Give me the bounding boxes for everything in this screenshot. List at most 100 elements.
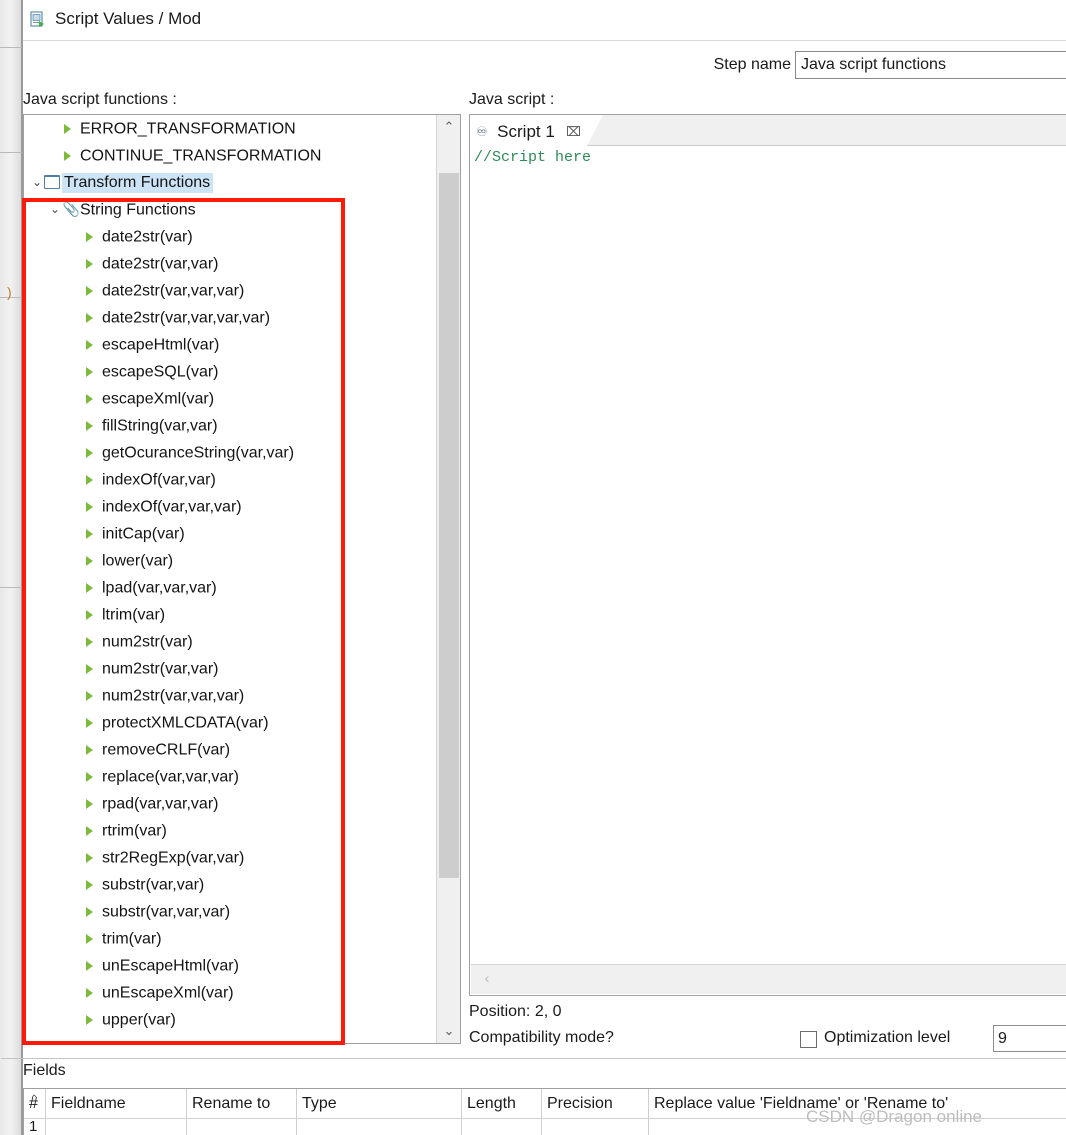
tree-item-label: unEscapeXml(var) xyxy=(102,984,234,1002)
tree-item[interactable]: escapeHtml(var) xyxy=(24,331,436,358)
green-arrow-icon xyxy=(86,717,93,728)
tree-item[interactable]: escapeXml(var) xyxy=(24,385,436,412)
green-arrow-icon xyxy=(84,763,102,790)
tree-item[interactable]: ⌄ 📎String Functions xyxy=(24,196,436,223)
table-cell[interactable] xyxy=(46,1119,187,1135)
close-icon[interactable]: ⌧ xyxy=(566,124,581,139)
tree-item[interactable]: removeCRLF(var) xyxy=(24,736,436,763)
scroll-up-arrow-icon[interactable]: ⌃ xyxy=(437,115,460,139)
tree-item[interactable]: escapeSQL(var) xyxy=(24,358,436,385)
scrollbar-thumb[interactable] xyxy=(439,173,459,878)
green-arrow-icon xyxy=(84,736,102,763)
step-name-input[interactable] xyxy=(795,51,1066,79)
tree-item-label: escapeHtml(var) xyxy=(102,336,220,354)
column-header[interactable]: Rename to xyxy=(187,1089,297,1118)
tree-item[interactable]: unEscapeHtml(var) xyxy=(24,952,436,979)
green-arrow-icon xyxy=(86,339,93,350)
tree-item[interactable]: CONTINUE_TRANSFORMATION xyxy=(24,142,436,169)
tree-item[interactable]: num2str(var,var,var) xyxy=(24,682,436,709)
chevron-down-icon[interactable]: ⌄ xyxy=(48,196,62,223)
column-header[interactable]: ⌃ # xyxy=(24,1089,46,1118)
tree-item-label: upper(var) xyxy=(102,1011,176,1029)
tree-item[interactable]: ltrim(var) xyxy=(24,601,436,628)
green-arrow-icon xyxy=(86,555,93,566)
tree-item[interactable]: rtrim(var) xyxy=(24,817,436,844)
tree-item[interactable]: ⌄ Transform Functions xyxy=(24,169,436,196)
tree-item[interactable]: date2str(var,var,var,var) xyxy=(24,304,436,331)
javascript-functions-tree-panel[interactable]: ERROR_TRANSFORMATION CONTINUE_TRANSFORMAT… xyxy=(23,114,461,1044)
tree-item-label: substr(var,var,var) xyxy=(102,903,231,921)
tab-script-1[interactable]: ♾ Script 1 ⌧ xyxy=(470,115,603,146)
row-number-cell[interactable]: 1 xyxy=(24,1119,46,1135)
folder-icon xyxy=(44,169,62,196)
tree-item-label: escapeSQL(var) xyxy=(102,363,219,381)
table-cell[interactable] xyxy=(542,1119,649,1135)
column-header[interactable]: Type xyxy=(297,1089,462,1118)
javascript-editor-panel[interactable]: ♾ Script 1 ⌧ //Script here ‹ xyxy=(469,114,1066,996)
green-arrow-icon xyxy=(84,439,102,466)
tree-item-label: ltrim(var) xyxy=(102,606,166,624)
green-arrow-icon xyxy=(86,771,93,782)
optimization-level-checkbox[interactable] xyxy=(800,1031,817,1048)
green-arrow-icon xyxy=(86,987,93,998)
green-arrow-icon xyxy=(62,115,80,142)
tree-item[interactable]: date2str(var,var,var) xyxy=(24,277,436,304)
chevron-down-icon[interactable]: ⌄ xyxy=(30,169,44,196)
green-arrow-icon xyxy=(86,258,93,269)
tree-item[interactable]: substr(var,var) xyxy=(24,871,436,898)
compatibility-mode-label: Compatibility mode? xyxy=(469,1029,614,1046)
column-header[interactable]: Fieldname xyxy=(46,1089,187,1118)
green-arrow-icon xyxy=(86,933,93,944)
green-arrow-icon xyxy=(84,709,102,736)
tree-item[interactable]: substr(var,var,var) xyxy=(24,898,436,925)
tab-label: Script 1 xyxy=(497,121,555,141)
column-header[interactable]: Precision xyxy=(542,1089,649,1118)
script-code-editor[interactable]: //Script here xyxy=(471,147,1066,964)
table-cell[interactable] xyxy=(462,1119,542,1135)
step-name-label: Step name xyxy=(713,56,791,73)
column-header[interactable]: Length xyxy=(462,1089,542,1118)
tree-item[interactable]: rpad(var,var,var) xyxy=(24,790,436,817)
green-arrow-icon xyxy=(86,636,93,647)
green-arrow-icon xyxy=(86,474,93,485)
green-arrow-icon xyxy=(84,790,102,817)
green-arrow-icon xyxy=(84,466,102,493)
tree-item[interactable]: fillString(var,var) xyxy=(24,412,436,439)
table-cell[interactable] xyxy=(297,1119,462,1135)
script-horizontal-scrollbar[interactable]: ‹ xyxy=(471,964,1066,994)
green-arrow-icon xyxy=(86,582,93,593)
function-tree-list[interactable]: ERROR_TRANSFORMATION CONTINUE_TRANSFORMAT… xyxy=(24,115,436,1043)
table-cell[interactable] xyxy=(187,1119,297,1135)
fields-section-label: Fields xyxy=(23,1062,66,1079)
tree-item[interactable]: getOcuranceString(var,var) xyxy=(24,439,436,466)
green-arrow-icon xyxy=(84,655,102,682)
tree-item[interactable]: upper(var) xyxy=(24,1006,436,1033)
scroll-left-arrow-icon[interactable]: ‹ xyxy=(475,965,499,993)
tree-item-label: protectXMLCDATA(var) xyxy=(102,714,269,732)
bg-seg xyxy=(0,0,22,48)
tree-item[interactable]: num2str(var,var) xyxy=(24,655,436,682)
tree-item[interactable]: str2RegExp(var,var) xyxy=(24,844,436,871)
tree-vertical-scrollbar[interactable]: ⌃ ⌄ xyxy=(436,115,460,1043)
tree-item[interactable]: date2str(var) xyxy=(24,223,436,250)
green-arrow-icon xyxy=(84,412,102,439)
tree-item[interactable]: trim(var) xyxy=(24,925,436,952)
tree-item[interactable]: replace(var,var,var) xyxy=(24,763,436,790)
tree-item[interactable]: protectXMLCDATA(var) xyxy=(24,709,436,736)
tree-item[interactable]: indexOf(var,var) xyxy=(24,466,436,493)
tree-item[interactable]: num2str(var) xyxy=(24,628,436,655)
tree-item-label: num2str(var,var) xyxy=(102,660,219,678)
tree-item[interactable]: initCap(var) xyxy=(24,520,436,547)
optimization-level-input[interactable] xyxy=(993,1025,1066,1052)
tree-item[interactable]: ERROR_TRANSFORMATION xyxy=(24,115,436,142)
green-arrow-icon xyxy=(84,250,102,277)
green-arrow-icon xyxy=(84,682,102,709)
green-arrow-icon xyxy=(84,844,102,871)
bg-seg xyxy=(0,153,22,298)
tree-item[interactable]: lower(var) xyxy=(24,547,436,574)
tree-item[interactable]: lpad(var,var,var) xyxy=(24,574,436,601)
tree-item[interactable]: indexOf(var,var,var) xyxy=(24,493,436,520)
tree-item[interactable]: unEscapeXml(var) xyxy=(24,979,436,1006)
scroll-down-arrow-icon[interactable]: ⌄ xyxy=(437,1019,460,1043)
tree-item[interactable]: date2str(var,var) xyxy=(24,250,436,277)
